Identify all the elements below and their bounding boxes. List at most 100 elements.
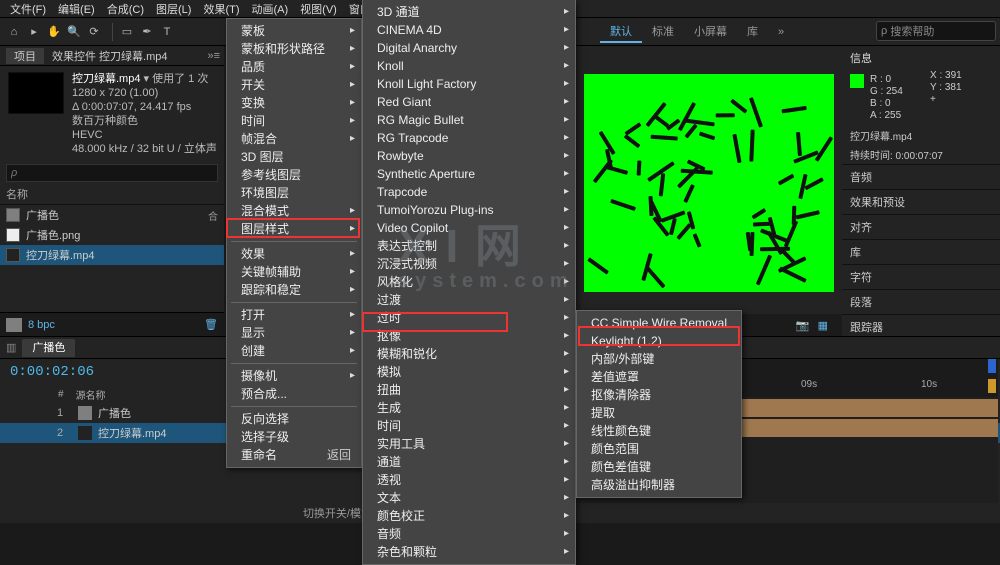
menu-item[interactable]: 变换 [227,94,361,112]
menu-item[interactable]: Rowbyte [363,147,575,165]
panel-accordion-item[interactable]: 音频 [842,164,1000,189]
menu-item[interactable]: 颜色差值键 [577,458,741,476]
text-tool-icon[interactable]: T [159,24,175,40]
menu-item[interactable]: 提取 [577,404,741,422]
layer-color[interactable] [78,426,92,440]
panel-accordion-item[interactable]: 效果和预设 [842,189,1000,214]
menu-item[interactable]: CINEMA 4D [363,21,575,39]
tab-project[interactable]: 项目 [6,48,44,64]
layer-menu[interactable]: 蒙板蒙板和形状路径品质开关变换时间帧混合3D 图层参考线图层环境图层混合模式图层… [226,18,362,468]
panel-accordion-item[interactable]: 库 [842,239,1000,264]
menu-item[interactable]: Synthetic Aperture [363,165,575,183]
menu-item[interactable]: 品质 [227,58,361,76]
menu-item[interactable]: 图层样式 [227,220,361,238]
menu-item[interactable]: 模糊和锐化 [363,345,575,363]
composition-canvas[interactable] [584,74,834,292]
menu-item[interactable]: 时间 [363,417,575,435]
menu-item[interactable]: 蒙板 [227,22,361,40]
workspace-more-icon[interactable]: » [768,21,794,43]
menu-item[interactable]: 跟踪和稳定 [227,281,361,299]
help-search[interactable]: ρ 搜索帮助 [876,21,996,41]
menu-item[interactable]: Red Giant [363,93,575,111]
menu-item[interactable]: 线性颜色键 [577,422,741,440]
zoom-tool-icon[interactable]: 🔍 [66,24,82,40]
menu-item[interactable]: RG Magic Bullet [363,111,575,129]
menu-item[interactable]: 开关 [227,76,361,94]
menu-item[interactable]: 生成 [363,399,575,417]
menu-文件(F)[interactable]: 文件(F) [4,1,52,17]
menu-item[interactable]: 重命名返回 [227,446,361,464]
menu-item[interactable]: 抠像清除器 [577,386,741,404]
layer-color[interactable] [78,406,92,420]
menu-item[interactable]: Digital Anarchy [363,39,575,57]
menu-合成(C)[interactable]: 合成(C) [101,1,150,17]
home-icon[interactable]: ⌂ [6,24,22,40]
menu-item[interactable]: 过时 [363,309,575,327]
menu-item[interactable]: 显示 [227,324,361,342]
menu-item[interactable]: 颜色校正 [363,507,575,525]
menu-动画(A)[interactable]: 动画(A) [246,1,295,17]
menu-item[interactable]: 创建 [227,342,361,360]
keying-submenu[interactable]: CC Simple Wire RemovalKeylight (1.2)内部/外… [576,310,742,498]
menu-item[interactable]: TumoiYorozu Plug-ins [363,201,575,219]
menu-item[interactable]: 打开 [227,306,361,324]
menu-item[interactable]: 模拟 [363,363,575,381]
panel-accordion-item[interactable]: 字符 [842,264,1000,289]
menu-item[interactable]: 时间 [227,112,361,130]
tab-effect-controls[interactable]: 效果控件 控刀绿幕.mp4 [44,48,176,64]
camera-icon[interactable]: 📷 [796,319,810,332]
menu-item[interactable]: 环境图层 [227,184,361,202]
workspace-tab[interactable]: 库 [737,21,768,43]
menu-item[interactable]: 摄像机 [227,367,361,385]
workspace-tab[interactable]: 小屏幕 [684,21,737,43]
menu-item[interactable]: Video Copilot [363,219,575,237]
panel-accordion-item[interactable]: 段落 [842,289,1000,314]
menu-item[interactable]: Keylight (1.2) [577,332,741,350]
menu-item[interactable]: CC Simple Wire Removal [577,314,741,332]
menu-item[interactable]: Knoll [363,57,575,75]
rect-tool-icon[interactable]: ▭ [119,24,135,40]
comp-tab[interactable]: 广播色 [22,339,75,357]
menu-item[interactable]: 蒙板和形状路径 [227,40,361,58]
grid-icon[interactable]: ▦ [818,319,828,332]
menu-item[interactable]: 过渡 [363,291,575,309]
panel-menu-icon[interactable]: »≡ [207,50,220,62]
menu-图层(L)[interactable]: 图层(L) [150,1,197,17]
menu-item[interactable]: 反向选择 [227,410,361,428]
menu-item[interactable]: 表达式控制 [363,237,575,255]
project-item[interactable]: 广播色合 [0,205,224,225]
project-search-input[interactable] [6,164,218,182]
menu-item[interactable]: 杂色和颗粒 [363,543,575,561]
menu-item[interactable]: 3D 通道 [363,3,575,21]
trash-icon[interactable]: 🗑 [204,318,218,331]
menu-item[interactable]: 风格化 [363,273,575,291]
menu-item[interactable]: 内部/外部键 [577,350,741,368]
render-queue-icon[interactable]: ▥ [6,341,16,354]
menu-item[interactable]: 抠像 [363,327,575,345]
menu-item[interactable]: 差值遮罩 [577,368,741,386]
bpc-label[interactable]: 8 bpc [28,319,55,331]
menu-item[interactable]: 通道 [363,453,575,471]
pen-tool-icon[interactable]: ✒ [139,24,155,40]
menu-item[interactable]: 实用工具 [363,435,575,453]
hand-tool-icon[interactable]: ✋ [46,24,62,40]
menu-item[interactable]: 文本 [363,489,575,507]
effect-submenu[interactable]: 3D 通道CINEMA 4DDigital AnarchyKnollKnoll … [362,0,576,565]
menu-item[interactable]: Knoll Light Factory [363,75,575,93]
menu-item[interactable]: RG Trapcode [363,129,575,147]
menu-item[interactable]: 扭曲 [363,381,575,399]
menu-item[interactable]: Trapcode [363,183,575,201]
menu-item[interactable]: 音频 [363,525,575,543]
project-item[interactable]: 控刀绿幕.mp4 [0,245,224,265]
menu-视图(V)[interactable]: 视图(V) [294,1,343,17]
project-item[interactable]: 广播色.png [0,225,224,245]
selection-tool-icon[interactable]: ▸ [26,24,42,40]
menu-item[interactable]: 混合模式 [227,202,361,220]
comp-end-marker[interactable] [988,379,996,393]
workspace-tab[interactable]: 标准 [642,21,684,43]
workspace-tab[interactable]: 默认 [600,21,642,43]
menu-item[interactable]: 3D 图层 [227,148,361,166]
menu-效果(T)[interactable]: 效果(T) [197,1,245,17]
menu-item[interactable]: 透视 [363,471,575,489]
rotate-tool-icon[interactable]: ⟳ [86,24,102,40]
